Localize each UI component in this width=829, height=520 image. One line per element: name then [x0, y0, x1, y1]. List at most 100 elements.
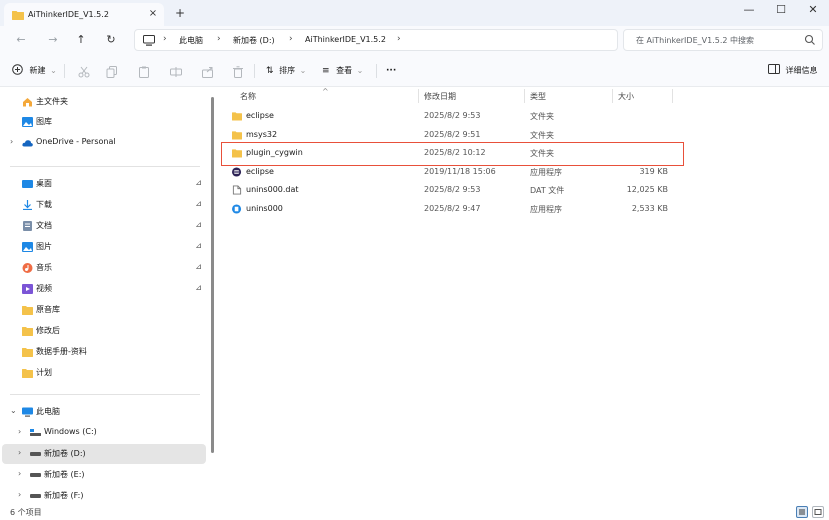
- nav-item-quick[interactable]: 修改后: [2, 321, 206, 341]
- large-icons-view-button[interactable]: [812, 506, 824, 518]
- nav-item-quick[interactable]: 计划: [2, 363, 206, 383]
- more-options-button[interactable]: ···: [386, 63, 396, 79]
- column-divider[interactable]: [672, 89, 673, 103]
- pin-icon[interactable]: ⊿: [195, 283, 202, 292]
- nav-item-quick[interactable]: 桌面 ⊿: [2, 174, 206, 194]
- nav-item-drive[interactable]: › 新加卷 (F:): [2, 486, 206, 506]
- back-button[interactable]: ←: [12, 31, 30, 49]
- file-type: DAT 文件: [530, 186, 565, 196]
- folder-icon: [12, 11, 24, 20]
- rename-icon[interactable]: [170, 64, 182, 80]
- nav-scrollbar[interactable]: [211, 97, 214, 453]
- tab-current[interactable]: AiThinkerIDE_V1.5.2 ×: [4, 3, 164, 26]
- details-button[interactable]: 详细信息: [768, 63, 818, 79]
- nav-item-onedrive[interactable]: › OneDrive - Personal: [2, 133, 206, 153]
- pin-icon[interactable]: ⊿: [195, 241, 202, 250]
- toolbar-divider: [376, 64, 377, 78]
- navigation-pane: 主文件夹 图库 › OneDrive - Personal 桌面 ⊿ 下载 ⊿ 文档 ⊿ 图…: [0, 87, 210, 506]
- nav-item-quick[interactable]: 图片 ⊿: [2, 237, 206, 257]
- refresh-button[interactable]: ↻: [102, 31, 120, 49]
- drive-icon: [30, 473, 41, 477]
- copy-icon[interactable]: [106, 64, 118, 80]
- nav-item-label: Windows (C:): [44, 427, 97, 436]
- column-header-type[interactable]: 类型: [530, 91, 546, 102]
- nav-item-quick[interactable]: 数据手册-资料: [2, 342, 206, 362]
- breadcrumb-separator: ›: [289, 34, 293, 44]
- table-row[interactable]: eclipse 2025/8/2 9:53 文件夹: [218, 107, 678, 125]
- chevron-right-icon[interactable]: ›: [18, 469, 21, 478]
- details-view-button[interactable]: [796, 506, 808, 518]
- nav-item-quick[interactable]: 音乐 ⊿: [2, 258, 206, 278]
- command-bar: 新建 ⌄ ⇅ 排序 ⌄ ≡ 查看 ⌄ ··· 详细信息: [0, 55, 829, 87]
- nav-item-quick[interactable]: 下载 ⊿: [2, 195, 206, 215]
- nav-divider: [10, 166, 200, 167]
- nav-item-quick[interactable]: 文档 ⊿: [2, 216, 206, 236]
- chevron-down-icon: ⌄: [356, 66, 364, 75]
- delete-icon[interactable]: [232, 64, 244, 80]
- nav-item-quick[interactable]: 视频 ⊿: [2, 279, 206, 299]
- paste-icon[interactable]: [138, 64, 150, 80]
- pin-icon[interactable]: ⊿: [195, 199, 202, 208]
- column-divider[interactable]: [418, 89, 419, 103]
- toolbar-divider: [64, 64, 65, 78]
- folder-icon: [22, 369, 33, 378]
- details-button-label: 详细信息: [785, 66, 818, 75]
- chevron-down-icon[interactable]: ⌄: [10, 406, 17, 415]
- download-icon: [23, 200, 32, 210]
- pin-icon[interactable]: ⊿: [195, 178, 202, 187]
- breadcrumb-drive-d[interactable]: 新加卷 (D:): [233, 35, 275, 46]
- chevron-right-icon[interactable]: ›: [10, 137, 13, 146]
- breadcrumb-this-pc[interactable]: 此电脑: [179, 35, 203, 46]
- up-button[interactable]: ↑: [72, 31, 90, 49]
- nav-item-gallery[interactable]: 图库: [2, 112, 206, 132]
- table-row[interactable]: msys32 2025/8/2 9:51 文件夹: [218, 126, 678, 144]
- column-header-date[interactable]: 修改日期: [424, 91, 456, 102]
- close-window-button[interactable]: ✕: [797, 0, 829, 22]
- cut-icon[interactable]: [78, 64, 90, 80]
- new-tab-button[interactable]: +: [172, 5, 188, 21]
- nav-item-this-pc[interactable]: ⌄ 此电脑: [2, 402, 206, 422]
- view-button[interactable]: ≡ 查看 ⌄: [322, 63, 363, 79]
- nav-item-drive[interactable]: › 新加卷 (D:): [2, 444, 206, 464]
- minimize-button[interactable]: —: [733, 0, 765, 22]
- share-icon[interactable]: [202, 64, 214, 80]
- folder-icon: [232, 112, 242, 121]
- column-divider[interactable]: [524, 89, 525, 103]
- details-pane-icon: [768, 64, 780, 74]
- chevron-right-icon[interactable]: ›: [18, 427, 21, 436]
- new-button[interactable]: 新建 ⌄: [12, 63, 57, 79]
- breadcrumb-folder[interactable]: AiThinkerIDE_V1.5.2: [305, 35, 386, 44]
- table-row[interactable]: unins000.dat 2025/8/2 9:53 DAT 文件 12,025 KB: [218, 181, 678, 199]
- maximize-button[interactable]: ☐: [765, 0, 797, 22]
- pictures-icon: [22, 242, 33, 252]
- search-input[interactable]: 在 AiThinkerIDE_V1.5.2 中搜索: [623, 29, 823, 51]
- view-lines-icon: ≡: [322, 66, 330, 76]
- pin-icon[interactable]: ⊿: [195, 262, 202, 271]
- music-icon: [22, 263, 33, 273]
- pin-icon[interactable]: ⊿: [195, 220, 202, 229]
- file-type: 文件夹: [530, 112, 554, 121]
- nav-item-label: 修改后: [36, 326, 60, 335]
- nav-item-home[interactable]: 主文件夹: [2, 92, 206, 112]
- nav-item-quick[interactable]: 原音库: [2, 300, 206, 320]
- nav-item-label: 新加卷 (E:): [44, 470, 85, 479]
- search-placeholder: 在 AiThinkerIDE_V1.5.2 中搜索: [636, 36, 754, 45]
- close-tab-icon[interactable]: ×: [146, 7, 160, 21]
- chevron-right-icon[interactable]: ›: [18, 490, 21, 499]
- column-header-name[interactable]: 名称: [240, 91, 256, 102]
- list-view-icon: [799, 509, 805, 515]
- eclipse-app-icon: [232, 167, 242, 177]
- table-row[interactable]: unins000 2025/8/2 9:47 应用程序 2,533 KB: [218, 200, 678, 218]
- forward-button[interactable]: →: [44, 31, 62, 49]
- gallery-icon: [22, 117, 33, 127]
- sort-button[interactable]: ⇅ 排序 ⌄: [266, 63, 306, 79]
- address-bar[interactable]: › 此电脑 › 新加卷 (D:) › AiThinkerIDE_V1.5.2 ›: [134, 29, 618, 51]
- file-date: 2025/8/2 9:51: [424, 129, 481, 139]
- chevron-right-icon[interactable]: ›: [18, 448, 21, 457]
- column-divider[interactable]: [612, 89, 613, 103]
- nav-item-drive[interactable]: › Windows (C:): [2, 423, 206, 443]
- nav-item-drive[interactable]: › 新加卷 (E:): [2, 465, 206, 485]
- folder-icon: [22, 306, 33, 315]
- column-header-size[interactable]: 大小: [618, 91, 634, 102]
- address-row: ← → ↑ ↻ › 此电脑 › 新加卷 (D:) › AiThinkerIDE_…: [0, 26, 829, 55]
